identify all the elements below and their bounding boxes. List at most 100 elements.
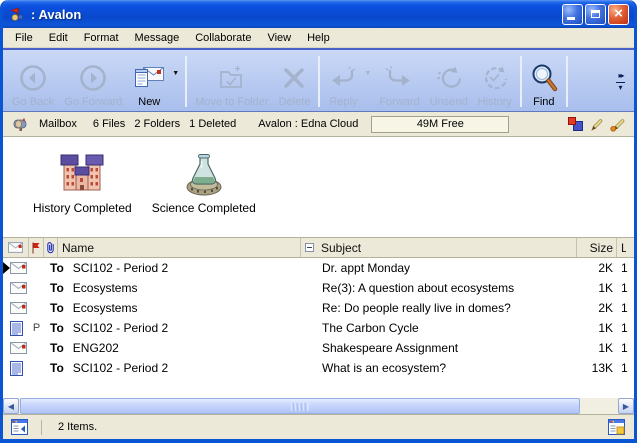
split-view-icon[interactable]	[608, 419, 626, 435]
delete-label: Delete	[279, 96, 311, 108]
layers-icon[interactable]	[568, 117, 583, 131]
menu-format[interactable]: Format	[76, 29, 127, 47]
new-dropdown-arrow-icon[interactable]: ▼	[171, 53, 182, 110]
list-header: Name Subject Size L	[3, 237, 634, 258]
shortcut-history-completed[interactable]: History Completed	[33, 148, 132, 215]
size-header-label: Size	[590, 241, 613, 255]
menu-bar: File Edit Format Message Collaborate Vie…	[3, 28, 634, 48]
row-name: SCI102 - Period 2	[73, 321, 168, 335]
row-subject: Shakespeare Assignment	[300, 341, 576, 355]
to-label: To	[50, 281, 64, 295]
window-title: : Avalon	[31, 7, 560, 22]
signature-pencil-icon[interactable]	[610, 117, 625, 132]
header-item-type-column[interactable]	[3, 238, 29, 257]
message-row[interactable]: ToENG202 Shakespeare Assignment 1K 1	[3, 338, 634, 358]
maximize-button[interactable]	[585, 4, 606, 25]
scrollbar-thumb[interactable]	[20, 398, 580, 414]
new-message-icon	[132, 59, 166, 96]
delete-button: Delete	[274, 53, 316, 110]
folders-count: 2 Folders	[134, 118, 180, 130]
header-name-column[interactable]: Name	[58, 238, 300, 257]
message-row[interactable]: P To SCI102 - Period 2 The Carbon Cycle 1…	[3, 318, 634, 338]
status-bar: 2 Items.	[3, 414, 634, 439]
message-envelope-icon	[10, 262, 27, 274]
message-list: To SCI102 - Period 2 Dr. appt Monday 2K 1…	[3, 258, 634, 398]
row-size: 13K	[576, 361, 616, 375]
new-button[interactable]: New	[127, 53, 171, 110]
row-name: Ecosystems	[73, 281, 138, 295]
app-knight-flag-icon	[8, 6, 25, 22]
new-label: New	[138, 96, 160, 108]
avalon-window: : Avalon × File Edit Format Message Coll…	[0, 0, 637, 443]
horizontal-scrollbar[interactable]: ◀ ▶	[3, 398, 634, 414]
row-date-truncated: 1	[616, 321, 634, 335]
header-last-modified-column[interactable]: L	[616, 238, 634, 257]
flask-icon	[178, 148, 230, 198]
message-row[interactable]: ToSCI102 - Period 2 What is an ecosystem…	[3, 358, 634, 378]
header-attachment-column[interactable]	[44, 238, 58, 257]
row-subject: What is an ecosystem?	[300, 361, 576, 375]
unsend-label: Unsend	[430, 96, 468, 108]
history-button: History	[473, 53, 517, 110]
menu-collaborate[interactable]: Collaborate	[187, 29, 259, 47]
move-to-folder-label: Move to Folder	[195, 96, 268, 108]
find-label: Find	[533, 96, 554, 108]
shortcut-science-completed[interactable]: Science Completed	[152, 148, 256, 215]
forward-label: Forward	[379, 96, 419, 108]
find-button[interactable]: Find	[525, 53, 563, 110]
to-label: To	[50, 261, 64, 275]
server-user-label: Avalon : Edna Cloud	[258, 118, 358, 130]
message-row[interactable]: ToEcosystems Re(3): A question about eco…	[3, 278, 634, 298]
history-label: History	[478, 96, 512, 108]
row-date-truncated: 1	[616, 361, 634, 375]
free-space-label: 49M Free	[417, 118, 464, 130]
collapse-minus-box[interactable]	[305, 243, 314, 252]
toolbar-separator	[566, 56, 568, 107]
row-size: 2K	[576, 301, 616, 315]
row-subject: Dr. appt Monday	[300, 261, 576, 275]
toggle-left-pane-icon[interactable]	[11, 419, 29, 435]
toolbar-overflow-chevron-icon[interactable]: ▸▸ ▾	[611, 53, 630, 110]
free-space-gauge: 49M Free	[371, 116, 509, 133]
menu-edit[interactable]: Edit	[41, 29, 76, 47]
message-row[interactable]: ToEcosystems Re: Do people really live i…	[3, 298, 634, 318]
row-size: 1K	[576, 341, 616, 355]
move-to-folder-button: Move to Folder	[190, 53, 273, 110]
message-row[interactable]: ToSCI102 - Period 2 Dr. appt Monday 2K 1	[3, 258, 634, 278]
items-count-label: 2 Items.	[58, 421, 97, 433]
toolbar-separator	[520, 56, 522, 107]
subject-header-label: Subject	[321, 241, 361, 255]
close-button[interactable]: ×	[608, 4, 629, 25]
menu-file[interactable]: File	[7, 29, 41, 47]
to-label: To	[50, 321, 64, 335]
lined-document-icon	[10, 321, 23, 336]
paperclip-icon	[46, 241, 56, 254]
header-size-column[interactable]: Size	[576, 238, 616, 257]
reply-arrow-icon	[328, 59, 358, 96]
row-name: ENG202	[73, 341, 119, 355]
row-name: SCI102 - Period 2	[73, 261, 168, 275]
lined-document-icon	[10, 361, 23, 376]
go-forward-button: Go Forward	[59, 53, 127, 110]
pencil-icon[interactable]	[590, 117, 603, 132]
row-subject: The Carbon Cycle	[300, 321, 576, 335]
toolbar-separator	[185, 56, 187, 107]
menu-message[interactable]: Message	[127, 29, 188, 47]
minimize-button[interactable]	[562, 4, 583, 25]
scroll-left-arrow-icon[interactable]: ◀	[3, 398, 19, 414]
toolbar: Go Back Go Forward New ▼	[3, 48, 634, 112]
scroll-right-arrow-icon[interactable]: ▶	[618, 398, 634, 414]
name-header-label: Name	[62, 241, 94, 255]
menu-view[interactable]: View	[259, 29, 299, 47]
row-flag: P	[29, 322, 44, 334]
to-label: To	[50, 301, 64, 315]
statusbar-separator	[41, 420, 42, 435]
title-bar[interactable]: : Avalon ×	[3, 0, 634, 28]
mailbox-icon	[12, 116, 29, 132]
row-subject: Re: Do people really live in domes?	[300, 301, 576, 315]
history-cycle-icon	[480, 59, 510, 96]
header-subject-column[interactable]: Subject	[300, 238, 576, 257]
menu-help[interactable]: Help	[299, 29, 338, 47]
header-flag-column[interactable]	[29, 238, 44, 257]
magnifier-icon	[530, 59, 558, 96]
